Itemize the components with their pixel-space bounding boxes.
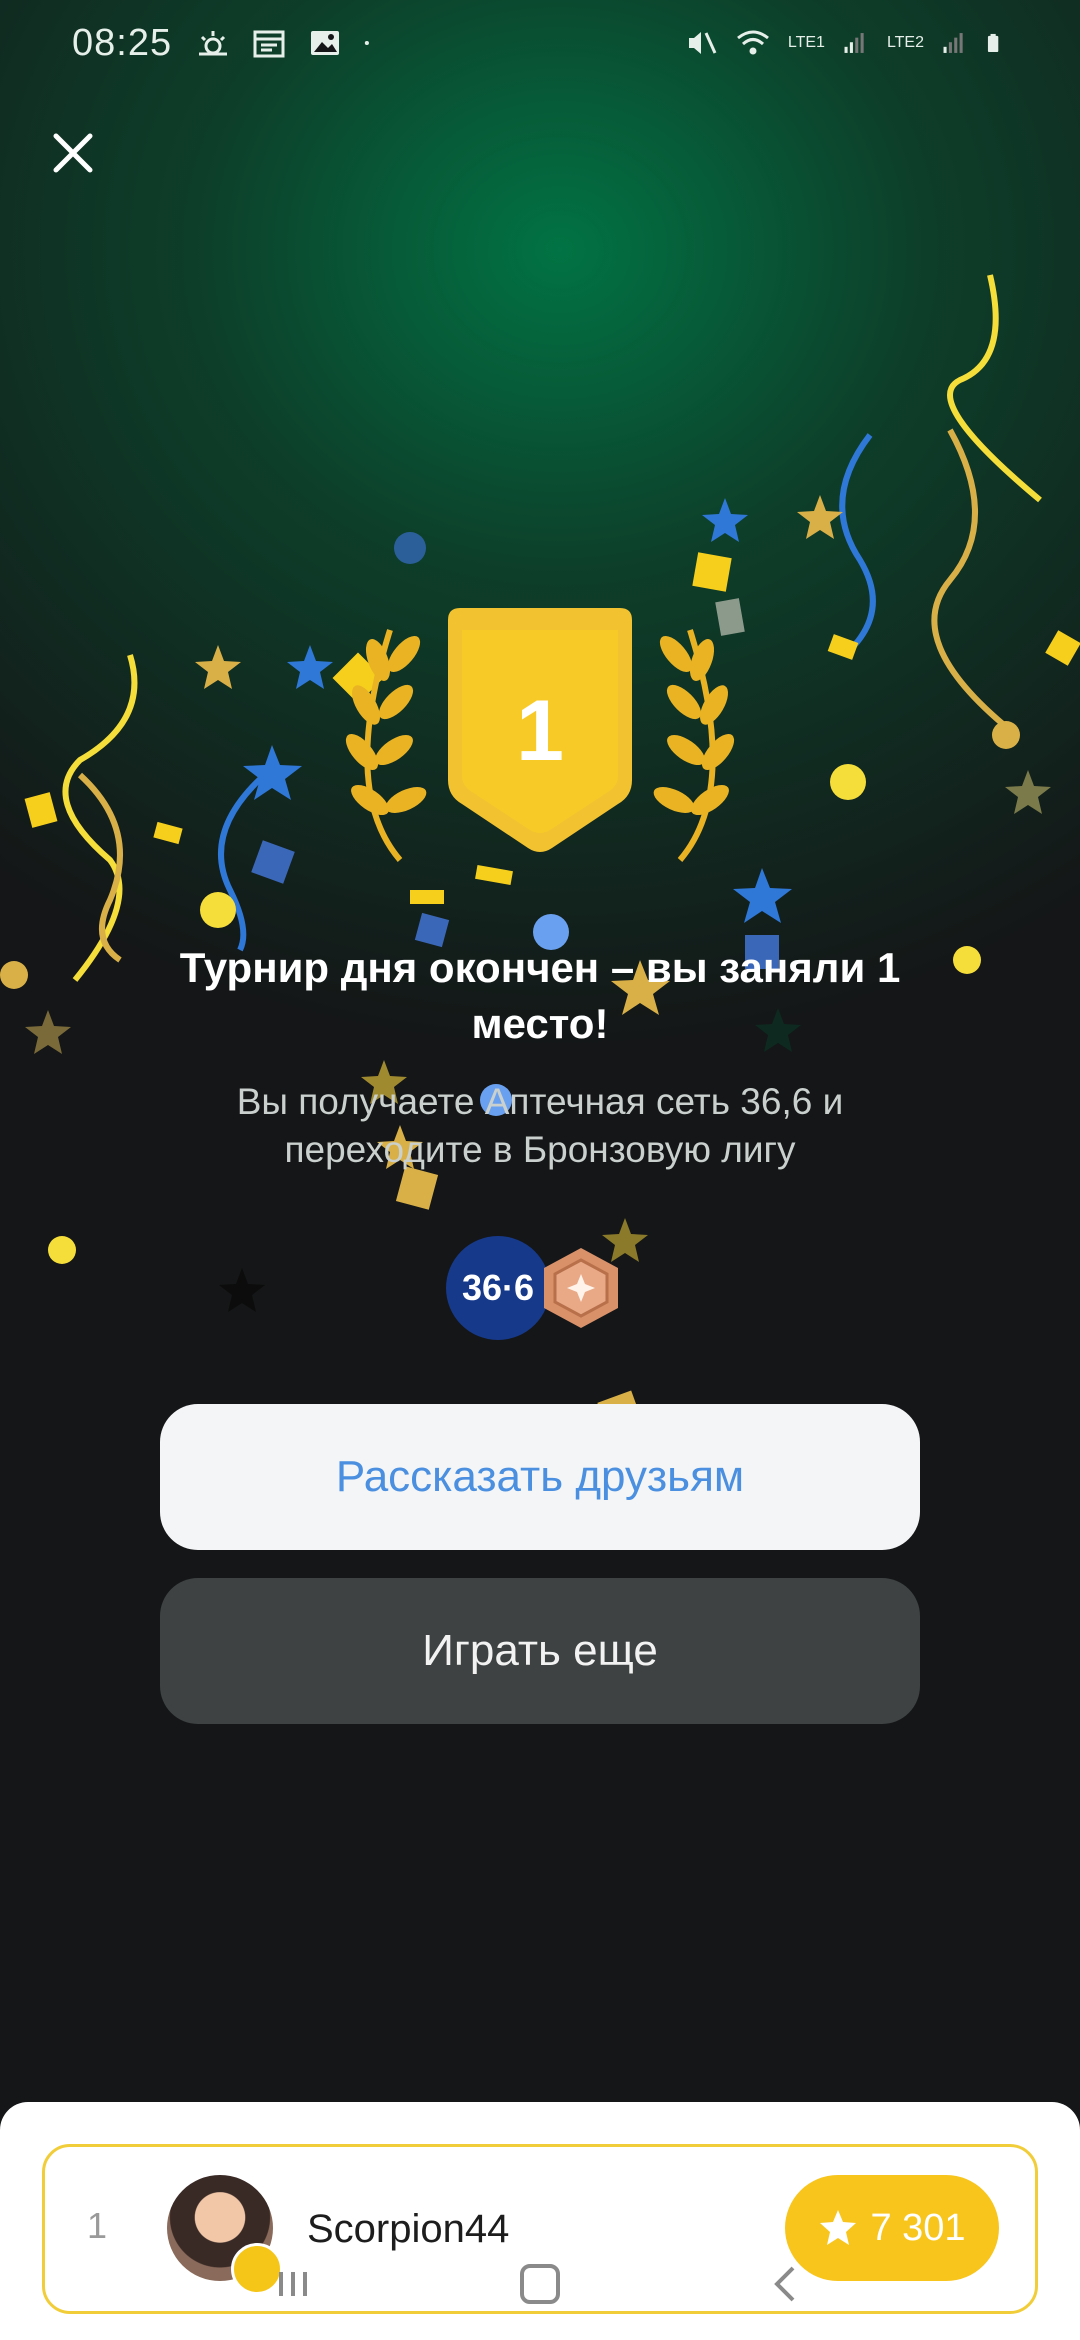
- play-again-button[interactable]: Играть еще: [160, 1578, 920, 1724]
- reward-brand-badge: 36·6: [446, 1236, 550, 1340]
- trophy-badge: 1: [320, 600, 760, 890]
- recent-apps-icon[interactable]: [273, 2264, 313, 2304]
- signal-icon: [844, 33, 864, 53]
- share-with-friends-button[interactable]: Рассказать друзьям: [160, 1404, 920, 1550]
- bronze-league-icon: [544, 1248, 618, 1328]
- rewards-row: 36·6: [446, 1236, 626, 1342]
- battery-icon: [987, 33, 999, 53]
- result-title: Турнир дня окончен – вы заняли 1 место!: [179, 944, 901, 1047]
- gallery-icon: [311, 31, 340, 55]
- close-button[interactable]: [42, 122, 104, 184]
- calendar-icon: [253, 30, 285, 58]
- sim2-label: LTE2: [886, 34, 924, 51]
- result-subtitle: Вы получаете Аптечная сеть 36,6 и перехо…: [236, 1081, 844, 1170]
- back-icon[interactable]: [767, 2264, 807, 2304]
- status-bar: 08:25 LTE1 LTE2: [0, 0, 1080, 86]
- dot-icon: [364, 40, 370, 46]
- wifi-icon: [736, 30, 769, 55]
- status-time: 08:25: [72, 21, 173, 64]
- home-icon[interactable]: [518, 2262, 562, 2306]
- close-icon: [53, 133, 93, 173]
- weather-icon: [199, 31, 228, 56]
- sim1-label: LTE1: [787, 34, 825, 51]
- signal-icon: [943, 33, 963, 53]
- mute-vibrate-icon: [688, 32, 717, 54]
- place-number: 1: [516, 683, 564, 779]
- navigation-bar: [0, 2228, 1080, 2340]
